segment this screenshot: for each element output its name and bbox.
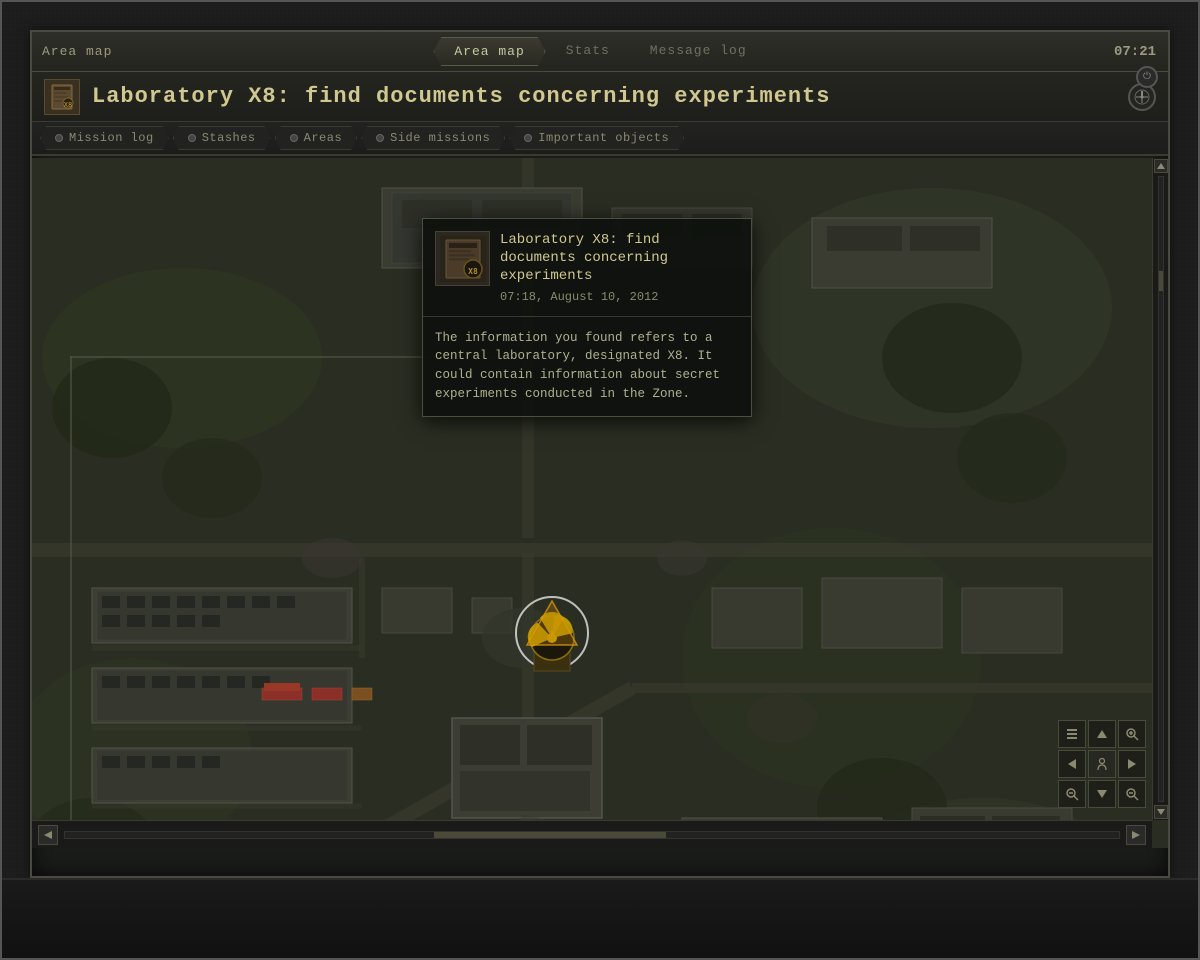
map-background: X8 Laboratory X8: find documents concern… <box>32 158 1168 848</box>
tab-message-log[interactable]: Message log <box>630 37 767 66</box>
map-controls <box>1058 720 1146 808</box>
map-area[interactable]: X8 Laboratory X8: find documents concern… <box>32 158 1168 848</box>
popup-header: X8 Laboratory X8: find documents concern… <box>423 219 751 317</box>
mission-icon: X8 <box>44 79 80 115</box>
clock-display: 07:21 <box>1114 44 1156 60</box>
label-stashes: Stashes <box>202 131 256 145</box>
map-ctrl-zoom-out[interactable] <box>1118 780 1146 808</box>
scroll-thumb-v <box>1159 271 1163 291</box>
main-window: Area map Area map Stats Message log 07:2… <box>30 30 1170 878</box>
nav-tab-side-missions[interactable]: Side missions <box>361 126 505 150</box>
scroll-up-button[interactable] <box>1154 159 1168 173</box>
scroll-down-button[interactable] <box>1154 805 1168 819</box>
popup-title-area: Laboratory X8: find documents concerning… <box>500 231 739 304</box>
label-side-missions: Side missions <box>390 131 490 145</box>
map-marker: ! <box>512 593 592 673</box>
popup-body: The information you found refers to a ce… <box>423 317 751 416</box>
nav-tab-areas[interactable]: Areas <box>275 126 358 150</box>
map-ctrl-down[interactable] <box>1088 780 1116 808</box>
title-bar: X8 Laboratory X8: find documents concern… <box>32 72 1168 122</box>
popup-title: Laboratory X8: find documents concerning… <box>500 231 739 286</box>
svg-text:X8: X8 <box>64 101 72 109</box>
dot-mission-log <box>55 134 63 142</box>
map-ctrl-center[interactable] <box>1088 750 1116 778</box>
scroll-right-button[interactable] <box>1126 825 1146 845</box>
scrollbar-right <box>1152 158 1168 820</box>
radiation-symbol: ! <box>512 593 592 673</box>
scroll-left-button[interactable] <box>38 825 58 845</box>
map-ctrl-left[interactable] <box>1058 750 1086 778</box>
scroll-thumb-h <box>434 832 666 838</box>
bottom-bar <box>2 878 1198 958</box>
svg-text:X8: X8 <box>468 267 478 276</box>
nav-tab-stashes[interactable]: Stashes <box>173 126 271 150</box>
power-button[interactable]: ⏻ <box>1136 66 1158 88</box>
scrollbar-track-v[interactable] <box>1158 176 1164 802</box>
nav-tabs-row: Mission log Stashes Areas Side missions … <box>32 122 1168 156</box>
label-important-objects: Important objects <box>538 131 669 145</box>
outer-frame: Area map Area map Stats Message log 07:2… <box>0 0 1200 960</box>
popup-time: 07:18, August 10, 2012 <box>500 290 739 304</box>
top-bar: Area map Area map Stats Message log 07:2… <box>32 32 1168 72</box>
top-bar-tabs: Area map Stats Message log <box>433 37 766 66</box>
tab-stats[interactable]: Stats <box>546 37 630 66</box>
dot-important-objects <box>524 134 532 142</box>
label-mission-log: Mission log <box>69 131 154 145</box>
map-popup: X8 Laboratory X8: find documents concern… <box>422 218 752 417</box>
nav-tab-important-objects[interactable]: Important objects <box>509 126 684 150</box>
dot-side-missions <box>376 134 384 142</box>
dot-areas <box>290 134 298 142</box>
scrollbar-track-h[interactable] <box>64 831 1120 839</box>
svg-text:!: ! <box>549 630 555 641</box>
nav-tab-mission-log[interactable]: Mission log <box>40 126 169 150</box>
mission-title: Laboratory X8: find documents concerning… <box>92 84 1116 109</box>
map-ctrl-zoom-in[interactable] <box>1118 720 1146 748</box>
map-ctrl-up[interactable] <box>1088 720 1116 748</box>
popup-icon: X8 <box>435 231 490 286</box>
label-areas: Areas <box>304 131 343 145</box>
tab-area-map[interactable]: Area map <box>433 37 545 66</box>
map-ctrl-right[interactable] <box>1118 750 1146 778</box>
map-ctrl-zoom-area[interactable] <box>1058 780 1086 808</box>
map-ctrl-list[interactable] <box>1058 720 1086 748</box>
scrollbar-bottom <box>32 820 1152 848</box>
power-icon: ⏻ <box>1143 71 1151 83</box>
top-bar-left-label: Area map <box>42 44 112 59</box>
dot-stashes <box>188 134 196 142</box>
